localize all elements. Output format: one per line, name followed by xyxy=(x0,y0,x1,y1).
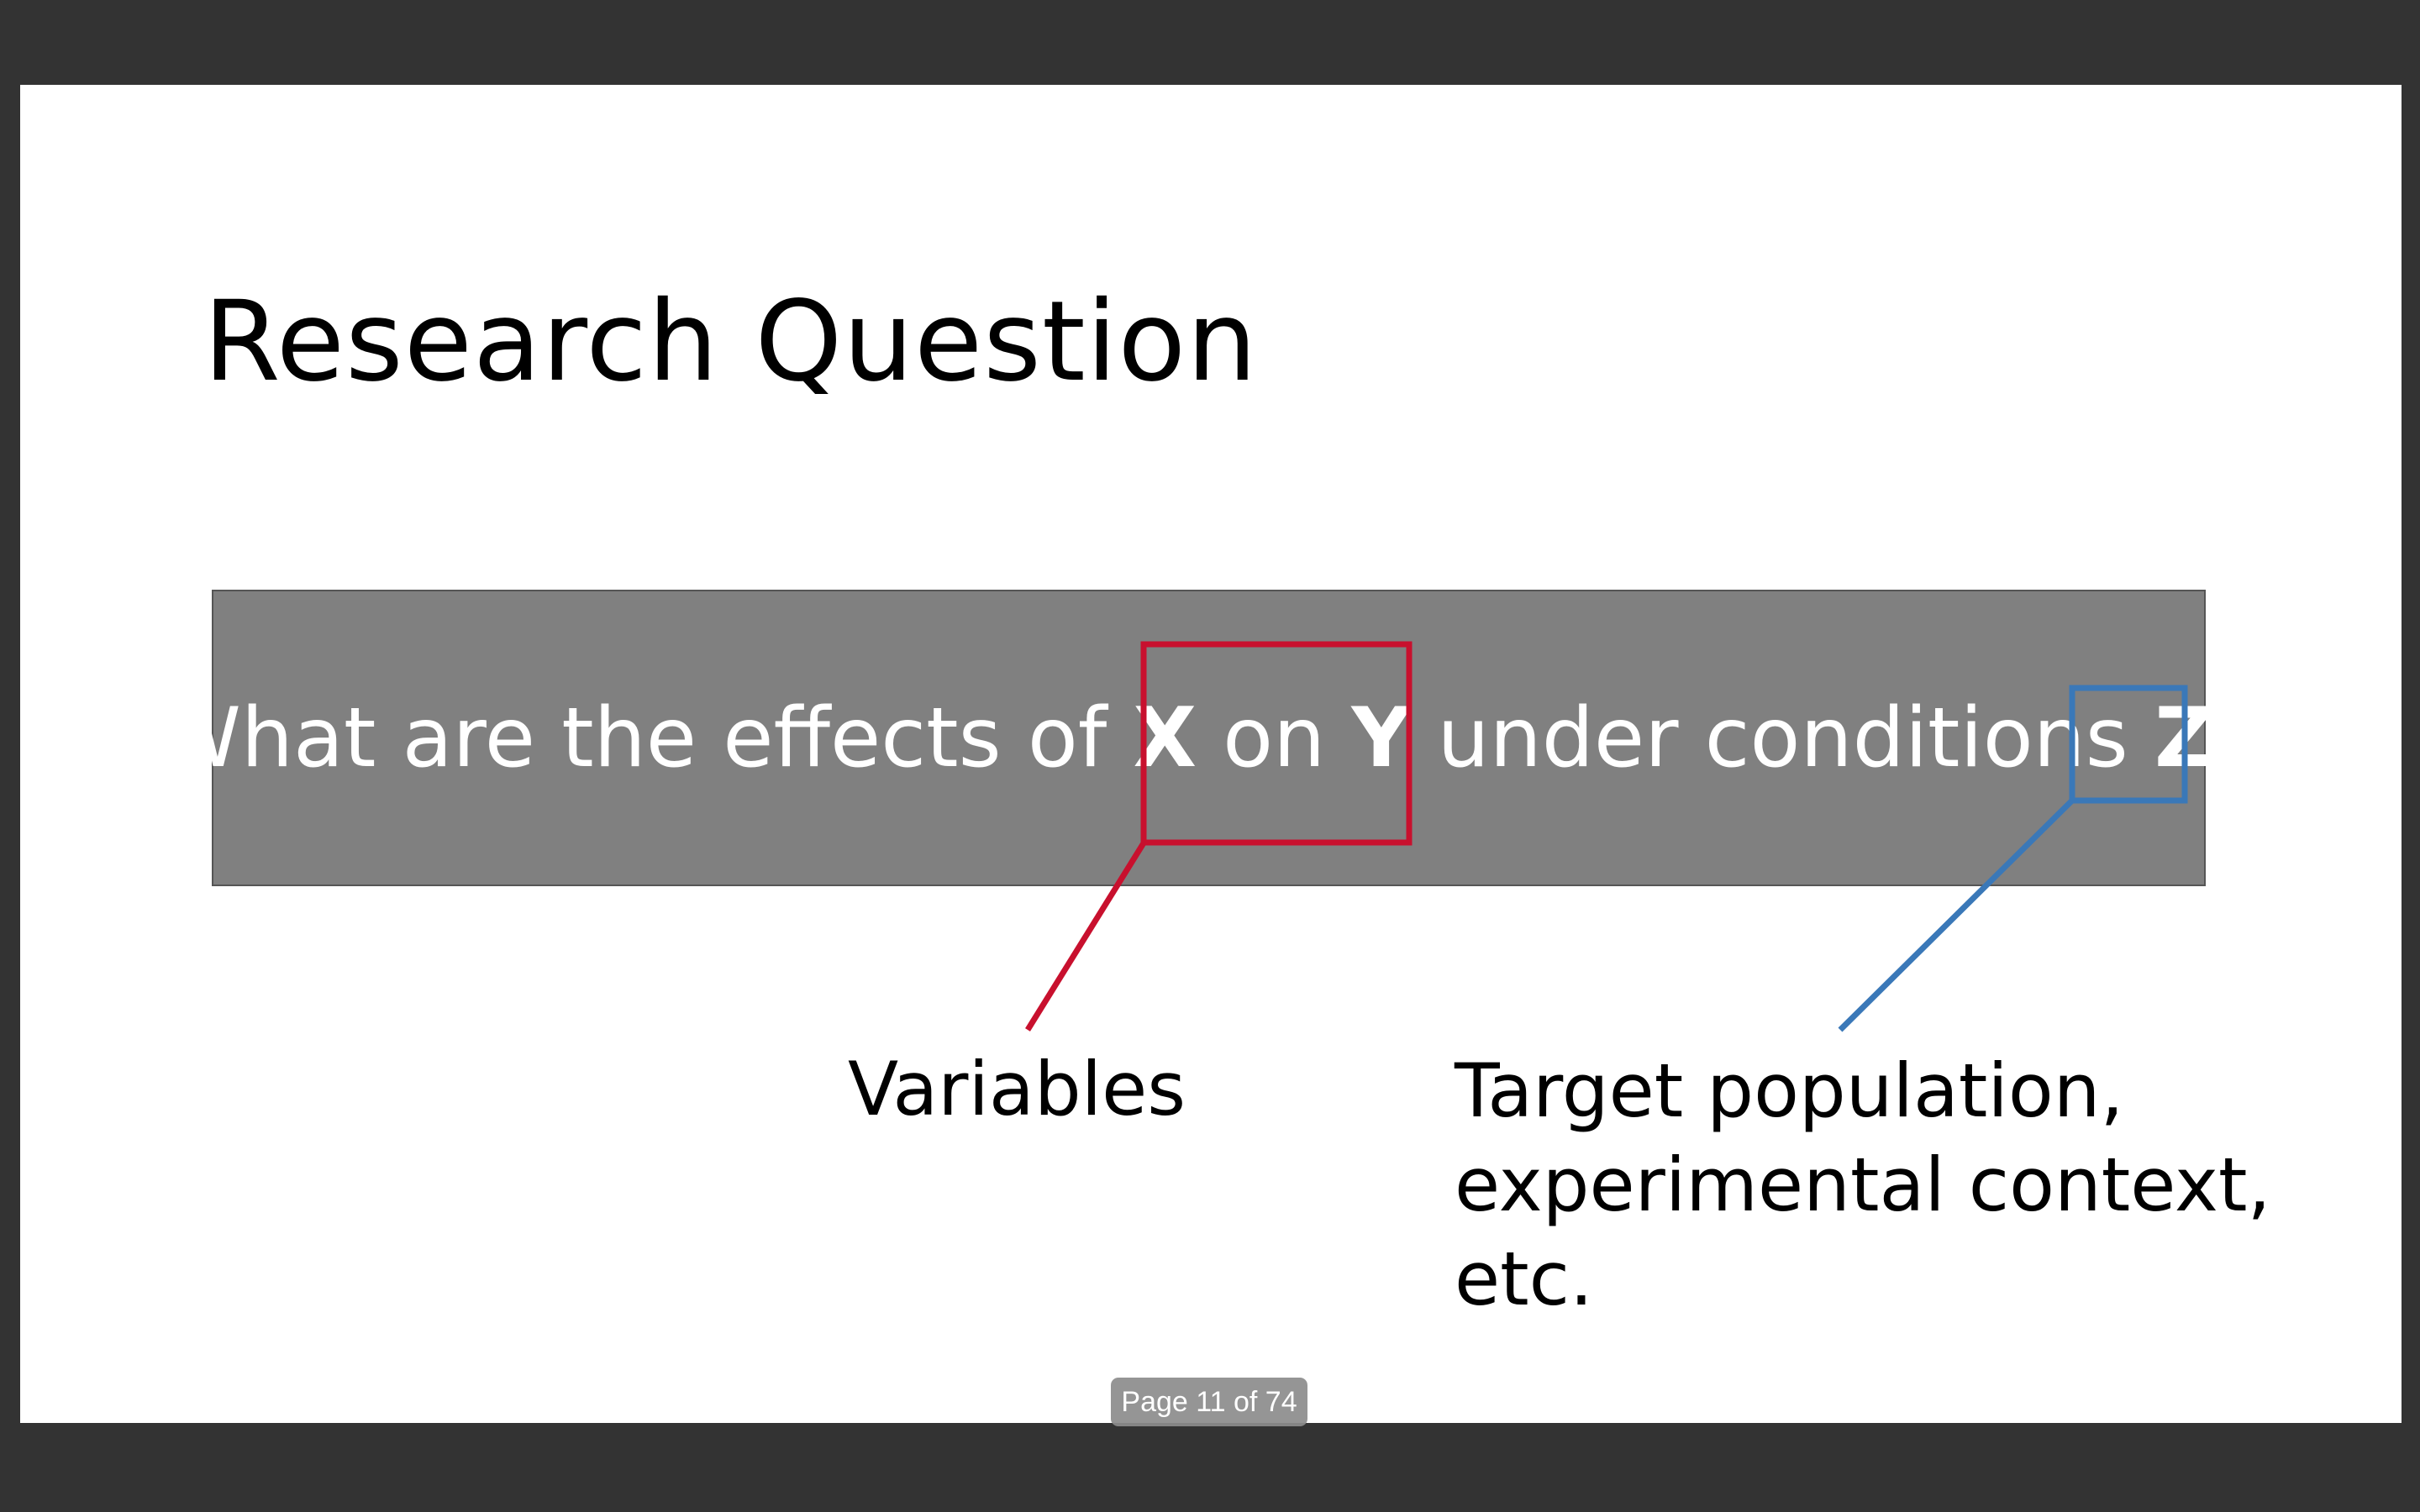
variable-y: Y xyxy=(1351,690,1412,786)
research-question-text: What are the effects of X on Y under con… xyxy=(160,591,2258,885)
variables-label: Variables xyxy=(848,1046,1186,1132)
page-indicator: Page 11 of 74 xyxy=(1111,1378,1307,1426)
variable-x: X xyxy=(1133,690,1197,786)
question-part-2: under conditions xyxy=(1411,690,2154,786)
pdf-viewer: Research Question What are the effects o… xyxy=(0,0,2420,1512)
variable-z: Z xyxy=(2154,690,2215,786)
slide-page: Research Question What are the effects o… xyxy=(20,85,2402,1423)
question-mid: on xyxy=(1197,690,1352,786)
question-end: ? xyxy=(2214,690,2259,786)
conditions-label: Target population, experimental context,… xyxy=(1455,1047,2271,1322)
question-part-1: What are the effects of xyxy=(159,690,1134,786)
question-band: What are the effects of X on Y under con… xyxy=(160,590,2258,886)
slide-title: Research Question xyxy=(203,277,1258,407)
